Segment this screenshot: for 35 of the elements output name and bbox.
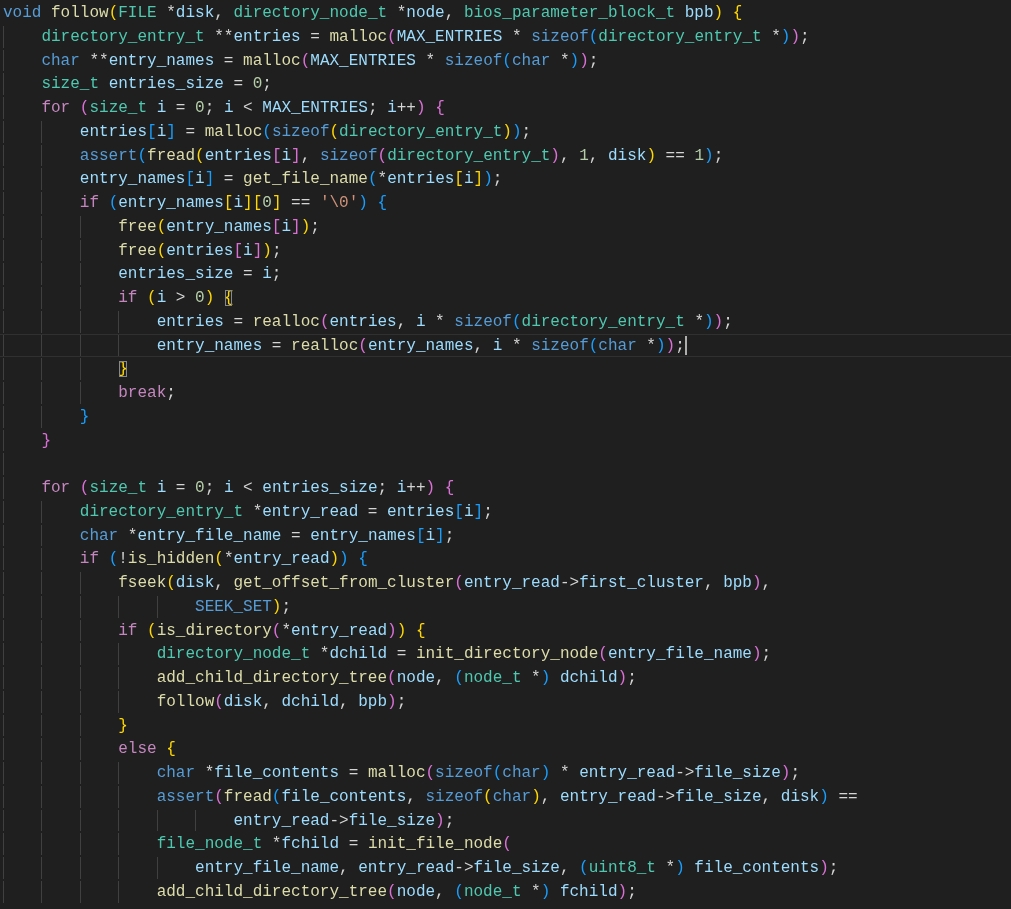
code-line: entries = realloc(entries, i * sizeof(directory_entry_t *)); — [156, 311, 733, 333]
code-line: char **entry_names = malloc(MAX_ENTRIES * sizeof(char *)); — [41, 50, 599, 72]
code-line: directory_node_t *dchild = init_directory_node(entry_file_name); — [156, 644, 772, 665]
code-line: } — [79, 406, 90, 428]
code-line: entry_names = realloc(entry_names, i * sizeof(char *)); — [156, 335, 685, 357]
code-line: add_child_directory_tree(node, (node_t *) dchild); — [156, 668, 637, 689]
code-line: for (size_t i = 0; i < MAX_ENTRIES; i++) { — [41, 98, 445, 119]
code-line: } — [41, 430, 51, 452]
code-line: directory_entry_t **entries = malloc(MAX_ENTRIES * sizeof(directory_entry_t *)); — [41, 26, 810, 48]
code-line: entries_size = i; — [118, 264, 282, 285]
code-line: file_node_t *fchild = init_file_node( — [156, 834, 512, 855]
code-line: SEEK_SET); — [195, 596, 292, 618]
code-line: void follow(FILE *disk, directory_node_t *node, bios_parameter_block_t bpb) { — [3, 3, 743, 24]
code-line: assert(fread(file_contents, sizeof(char), entry_read->file_size, disk) == — [156, 786, 858, 808]
code-line: directory_entry_t *entry_read = entries[i]; — [79, 501, 493, 523]
code-line: free(entries[i]); — [118, 240, 282, 262]
code-line: else { — [118, 739, 176, 760]
code-line: entries[i] = malloc(sizeof(directory_entry_t)); — [79, 121, 532, 143]
code-line: entry_names[i] = get_file_name(*entries[i]); — [79, 169, 503, 190]
code-line: fseek(disk, get_offset_from_cluster(entry_read->first_cluster, bpb), — [118, 573, 772, 594]
code-line: entry_file_name, entry_read->file_size, (uint8_t *) file_contents); — [195, 858, 839, 879]
code-line: free(entry_names[i]); — [118, 216, 320, 238]
code-line: if (!is_hidden(*entry_read)) { — [79, 549, 368, 570]
code-line: entry_read->file_size); — [233, 810, 455, 832]
code-line: if (entry_names[i][0] == '\0') { — [79, 193, 388, 214]
code-line: follow(disk, dchild, bpb); — [156, 691, 407, 713]
code-line: size_t entries_size = 0; — [41, 74, 272, 95]
code-line: char *file_contents = malloc(sizeof(char) * entry_read->file_size); — [156, 763, 800, 784]
code-line: add_child_directory_tree(node, (node_t *) fchild); — [156, 881, 637, 903]
code-line: } — [118, 715, 128, 737]
code-line: if (is_directory(*entry_read)) { — [118, 620, 426, 642]
code-line: for (size_t i = 0; i < entries_size; i++) { — [41, 478, 455, 499]
code-line: char *entry_file_name = entry_names[i]; — [79, 525, 455, 547]
code-line: break; — [118, 383, 176, 404]
code-line: assert(fread(entries[i], sizeof(directory_entry_t), 1, disk) == 1); — [79, 145, 724, 167]
